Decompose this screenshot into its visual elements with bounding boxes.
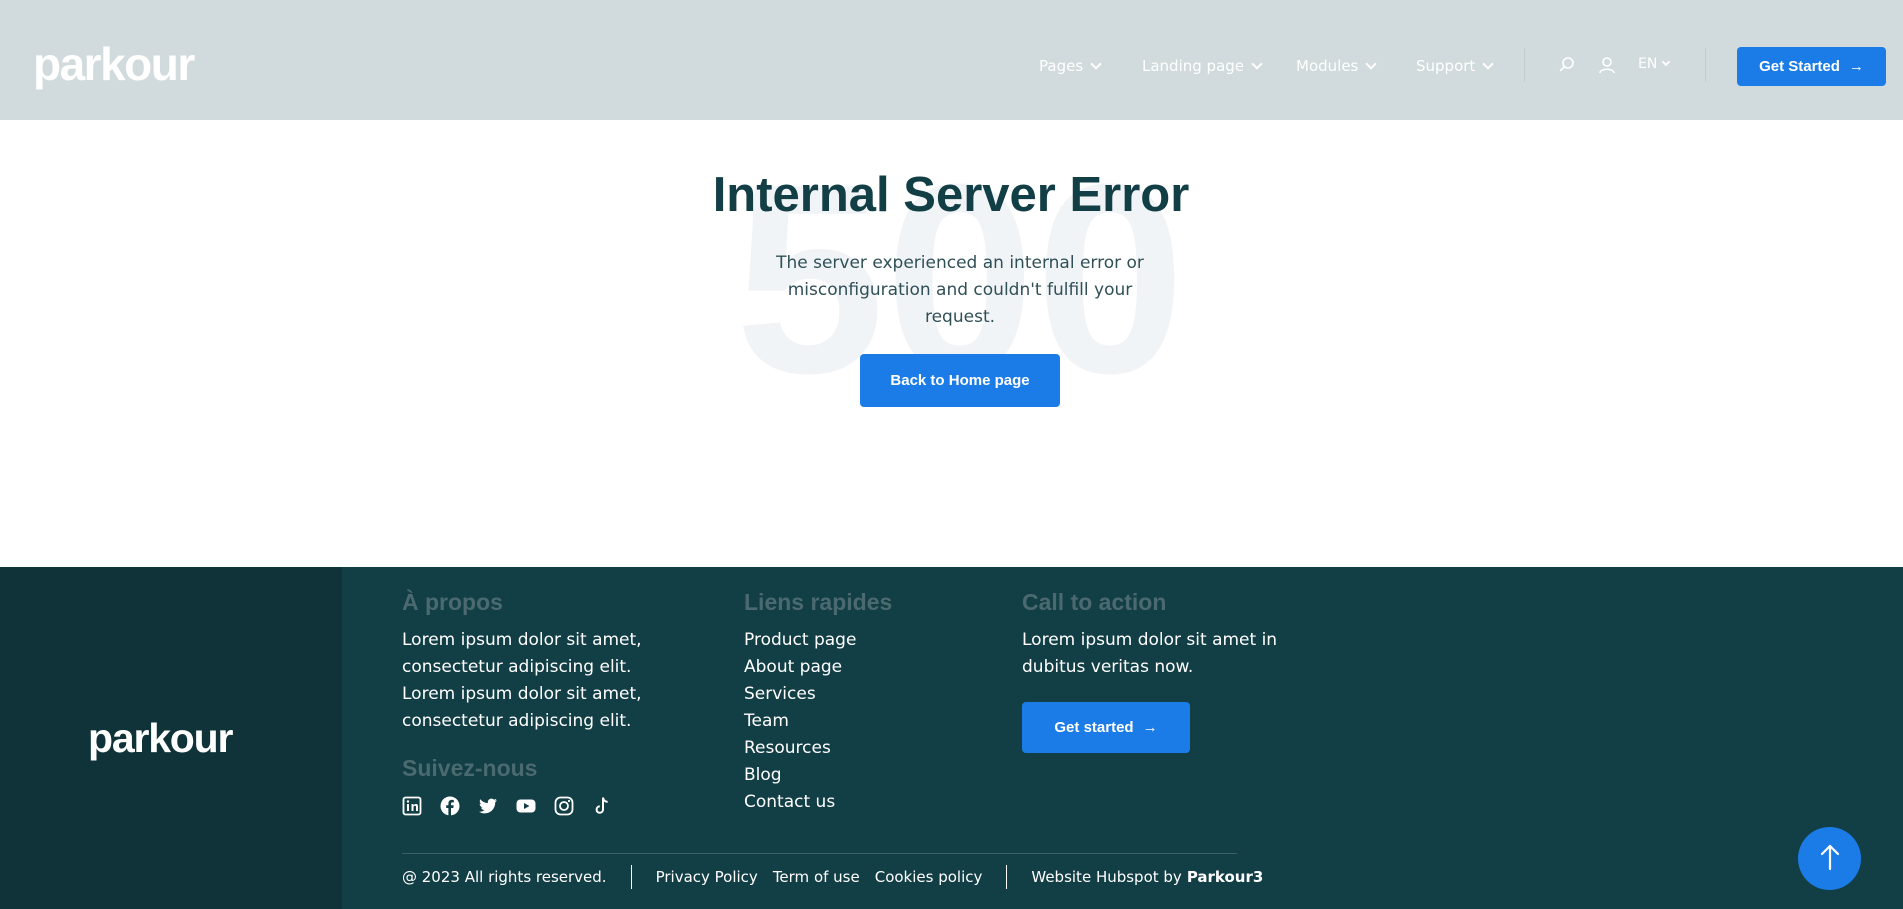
chevron-down-icon: [1251, 57, 1263, 70]
nav-item-support[interactable]: Support: [1416, 56, 1494, 76]
credit-brand-link[interactable]: Parkour3: [1187, 868, 1264, 886]
nav-item-label: Support: [1416, 57, 1476, 75]
footer-link[interactable]: About page: [744, 654, 856, 681]
arrow-right-icon: →: [1142, 719, 1158, 736]
language-selector[interactable]: EN: [1638, 56, 1671, 72]
nav-item-modules[interactable]: Modules: [1296, 56, 1378, 76]
back-home-label: Back to Home page: [890, 372, 1030, 389]
chevron-down-icon: [1482, 57, 1494, 70]
nav-item-label: Modules: [1296, 57, 1359, 75]
twitter-icon[interactable]: [478, 796, 498, 816]
footer-link[interactable]: Services: [744, 681, 856, 708]
footer-link[interactable]: Contact us: [744, 789, 856, 816]
footer-get-started-label: Get started: [1054, 719, 1134, 736]
about-text: Lorem ipsum dolor sit amet, consectetur …: [402, 630, 642, 731]
site-footer: parkour À propos Lorem ipsum dolor sit a…: [0, 567, 1903, 909]
cookies-link[interactable]: Cookies policy: [875, 868, 983, 886]
linkedin-icon[interactable]: [402, 796, 422, 816]
footer-brand-panel: parkour: [0, 567, 342, 909]
page-title: Internal Server Error: [712, 168, 1190, 222]
quick-links-list: Product page About page Services Team Re…: [744, 627, 856, 816]
separator: [1006, 865, 1008, 889]
error-description: The server experienced an internal error…: [776, 253, 1144, 327]
language-label: EN: [1638, 56, 1658, 72]
arrow-right-icon: →: [1848, 58, 1864, 75]
site-header: parkour Pages Landing page Modules Suppo…: [0, 0, 1903, 120]
nav-divider: [1705, 48, 1706, 82]
chevron-down-icon: [1090, 57, 1102, 70]
get-started-button[interactable]: Get Started →: [1737, 47, 1886, 86]
nav-item-pages[interactable]: Pages: [1039, 56, 1102, 76]
chevron-down-icon: [1662, 57, 1671, 67]
nav-item-label: Pages: [1039, 57, 1084, 75]
privacy-link[interactable]: Privacy Policy: [656, 868, 758, 886]
search-icon[interactable]: [1558, 56, 1576, 74]
footer-divider: [402, 853, 1237, 854]
footer-get-started-button[interactable]: Get started →: [1022, 702, 1190, 753]
social-links: [402, 796, 612, 816]
scroll-to-top-button[interactable]: [1798, 827, 1861, 890]
nav-divider: [1524, 48, 1525, 82]
follow-title: Suivez-nous: [402, 755, 538, 781]
back-home-button[interactable]: Back to Home page: [860, 354, 1060, 407]
footer-link[interactable]: Resources: [744, 735, 856, 762]
footer-link[interactable]: Product page: [744, 627, 856, 654]
about-title: À propos: [402, 589, 503, 615]
copyright: @ 2023 All rights reserved.: [402, 868, 607, 886]
nav-item-label: Landing page: [1142, 57, 1245, 75]
nav-item-landing-page[interactable]: Landing page: [1142, 56, 1263, 76]
footer-link[interactable]: Blog: [744, 762, 856, 789]
footer-logo[interactable]: parkour: [88, 715, 233, 762]
arrow-up-icon: [1818, 842, 1842, 876]
chevron-down-icon: [1365, 57, 1378, 70]
cta-title: Call to action: [1022, 589, 1167, 615]
separator: [630, 865, 632, 889]
tiktok-icon[interactable]: [592, 796, 612, 816]
get-started-label: Get Started: [1759, 58, 1840, 75]
footer-link[interactable]: Team: [744, 708, 856, 735]
credit-prefix: Website Hubspot by: [1031, 868, 1182, 886]
logo[interactable]: parkour: [33, 38, 195, 90]
youtube-icon[interactable]: [516, 796, 536, 816]
facebook-icon[interactable]: [440, 796, 460, 816]
quick-links-title: Liens rapides: [744, 589, 893, 615]
cta-text: Lorem ipsum dolor sit amet in dubitus ve…: [1022, 630, 1278, 677]
user-icon[interactable]: [1598, 56, 1616, 74]
footer-bottom-bar: @ 2023 All rights reserved. Privacy Poli…: [402, 864, 1263, 890]
instagram-icon[interactable]: [554, 796, 574, 816]
terms-link[interactable]: Term of use: [773, 868, 860, 886]
